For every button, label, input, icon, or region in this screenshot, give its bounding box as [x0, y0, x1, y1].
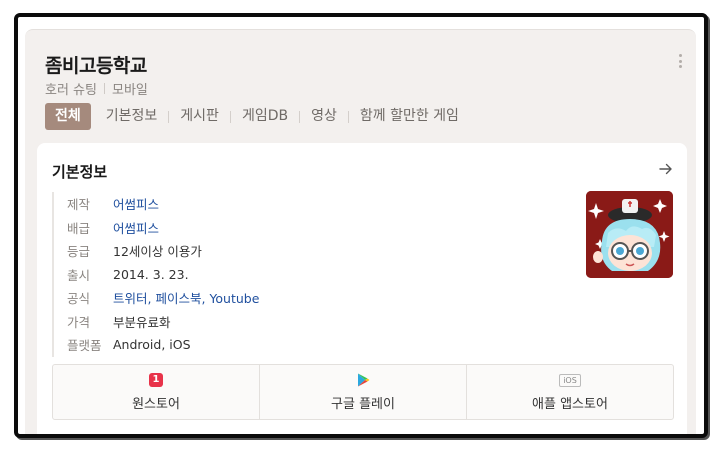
more-options-icon[interactable]	[674, 52, 686, 70]
google-play-button[interactable]: 구글 플레이	[260, 365, 467, 419]
window-frame: 좀비고등학교 호러 슈팅 모바일 전체 기본정보 게시판 게임DB 영상 함께 …	[14, 13, 708, 438]
info-key: 배급	[67, 220, 91, 236]
facebook-link[interactable]: 페이스북	[155, 291, 201, 306]
info-key: 등급	[67, 244, 91, 260]
apple-appstore-button[interactable]: iOS 애플 앱스토어	[467, 365, 673, 419]
tab-bar: 전체 기본정보 게시판 게임DB 영상 함께 할만한 게임	[45, 103, 470, 130]
tab-board[interactable]: 게시판	[169, 103, 230, 130]
publisher-link[interactable]: 어썸피스	[113, 218, 159, 237]
genre-label[interactable]: 호러 슈팅	[45, 79, 97, 98]
twitter-link[interactable]: 트위터	[113, 291, 148, 306]
info-row-price: 가격 부분유료화	[67, 310, 259, 334]
game-panel: 좀비고등학교 호러 슈팅 모바일 전체 기본정보 게시판 게임DB 영상 함께 …	[25, 29, 696, 434]
basic-info-card: 기본정보 제작 어썸피스 배급 어썸피스 등급 12세이상 이용가 출시 201…	[37, 143, 687, 434]
google-play-icon	[357, 373, 369, 387]
info-key: 플랫폼	[67, 338, 102, 354]
tab-all[interactable]: 전체	[45, 103, 91, 130]
tab-gamedb[interactable]: 게임DB	[231, 103, 299, 130]
platform-value: Android, iOS	[113, 337, 191, 353]
store-buttons: 1 원스토어 구글 플레이 iOS 애플 앱스토어	[52, 364, 674, 420]
price-value: 부분유료화	[113, 314, 171, 330]
release-date: 2014. 3. 23.	[113, 266, 189, 282]
apple-appstore-icon: iOS	[559, 373, 581, 387]
rating-value: 12세이상 이용가	[113, 244, 202, 260]
store-label: 원스토어	[132, 397, 180, 412]
store-label: 구글 플레이	[331, 397, 395, 412]
game-title: 좀비고등학교	[45, 55, 147, 77]
game-thumbnail[interactable]	[586, 191, 673, 278]
info-key: 출시	[67, 267, 91, 283]
store-label: 애플 앱스토어	[532, 397, 608, 412]
info-row-platform: 플랫폼 Android, iOS	[67, 333, 259, 357]
onestore-icon: 1	[149, 373, 163, 387]
card-title: 기본정보	[52, 163, 108, 181]
info-row-official: 공식 트위터, 페이스북, Youtube	[67, 286, 259, 310]
info-key: 제작	[67, 197, 91, 213]
info-key: 공식	[67, 291, 91, 307]
youtube-link[interactable]: Youtube	[209, 291, 259, 306]
onestore-button[interactable]: 1 원스토어	[53, 365, 260, 419]
tab-basic-info[interactable]: 기본정보	[95, 103, 169, 130]
divider	[103, 83, 105, 94]
game-subinfo: 호러 슈팅 모바일	[45, 79, 148, 98]
info-row-developer: 제작 어썸피스	[67, 192, 259, 216]
info-row-release: 출시 2014. 3. 23.	[67, 263, 259, 287]
info-key: 가격	[67, 314, 91, 330]
game-character-image	[586, 191, 673, 278]
official-links: 트위터, 페이스북, Youtube	[113, 291, 260, 307]
platform-label[interactable]: 모바일	[112, 79, 148, 98]
arrow-right-icon[interactable]	[657, 160, 675, 178]
developer-link[interactable]: 어썸피스	[113, 194, 159, 213]
info-list: 제작 어썸피스 배급 어썸피스 등급 12세이상 이용가 출시 2014. 3.…	[52, 192, 259, 357]
info-row-rating: 등급 12세이상 이용가	[67, 239, 259, 263]
info-row-publisher: 배급 어썸피스	[67, 216, 259, 240]
tab-related-games[interactable]: 함께 할만한 게임	[349, 103, 470, 130]
tab-video[interactable]: 영상	[300, 103, 348, 130]
